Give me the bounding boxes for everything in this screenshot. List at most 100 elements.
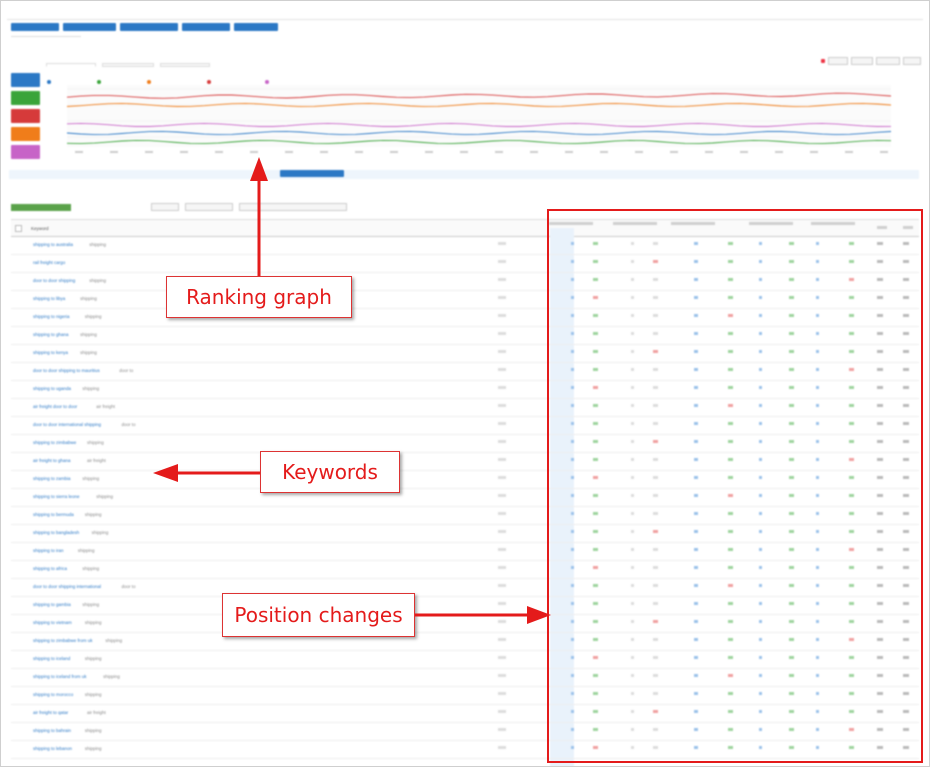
keyword-tag: shipping — [87, 440, 104, 445]
legend-item[interactable] — [265, 79, 305, 84]
keyword-tag: shipping — [89, 242, 107, 247]
keyword-link[interactable]: door to door international shipping — [33, 422, 101, 427]
keyword-link[interactable]: shipping to bangladesh — [33, 530, 79, 535]
keyword-tag: shipping — [89, 278, 107, 283]
domain-badge[interactable] — [11, 145, 40, 159]
serp-features-cell — [498, 692, 506, 695]
select-all-checkbox[interactable] — [15, 225, 22, 232]
keyword-link[interactable]: shipping to nigeria — [33, 314, 70, 319]
keyword-link[interactable]: shipping to iran — [33, 548, 64, 553]
serp-features-cell — [498, 296, 506, 299]
domain-badge[interactable] — [11, 91, 40, 105]
keyword-link[interactable]: shipping to ghana — [33, 332, 69, 337]
keyword-tag: door to — [121, 584, 136, 589]
keyword-link[interactable]: shipping to gambia — [33, 602, 71, 607]
keyword-column-header[interactable]: Keyword — [31, 226, 49, 231]
chart-tab[interactable] — [102, 63, 154, 67]
keyword-tag: shipping — [80, 296, 97, 301]
chart-option[interactable] — [851, 57, 873, 65]
keyword-link[interactable]: shipping to bermuda — [33, 512, 74, 517]
domain-pill[interactable] — [63, 23, 116, 31]
domain-pill[interactable] — [11, 23, 59, 31]
serp-features-cell — [498, 548, 506, 551]
serp-features-cell — [498, 458, 506, 461]
keyword-tag: shipping — [82, 566, 100, 571]
table-toolbar — [11, 203, 347, 211]
keyword-tag: shipping — [105, 638, 123, 643]
keyword-tag: air freight — [96, 404, 115, 409]
keyword-tag: shipping — [84, 314, 102, 319]
keyword-link[interactable]: door to door shipping to mauritius — [33, 368, 100, 373]
keyword-link[interactable]: shipping to iceland — [33, 656, 70, 661]
divider — [7, 19, 923, 20]
keyword-link[interactable]: rail freight cargo — [33, 260, 65, 265]
serp-features-cell — [498, 728, 506, 731]
serp-column-header[interactable] — [499, 226, 523, 231]
chart-option[interactable] — [876, 57, 900, 65]
chart-tab[interactable] — [46, 63, 96, 67]
keyword-link[interactable]: shipping to vietnam — [33, 620, 72, 625]
keyword-tag: shipping — [84, 746, 102, 751]
legend-item[interactable] — [147, 79, 199, 84]
keyword-tag: shipping — [91, 530, 109, 535]
serp-features-cell — [498, 422, 506, 425]
keyword-link[interactable]: shipping to iceland from uk — [33, 674, 87, 679]
keyword-link[interactable]: air freight to qatar — [33, 710, 68, 715]
x-tick-label — [215, 151, 223, 153]
domain-badge[interactable] — [11, 73, 40, 87]
keyword-tag: shipping — [82, 386, 100, 391]
domain-badge[interactable] — [11, 127, 40, 141]
filter-keyword-input[interactable] — [11, 36, 81, 37]
keyword-link[interactable]: shipping to morocco — [33, 692, 73, 697]
notes-toggle-icon[interactable] — [821, 59, 825, 63]
serp-features-cell — [498, 638, 506, 641]
keyword-link[interactable]: shipping to uganda — [33, 386, 71, 391]
keyword-tag: air freight — [87, 710, 106, 715]
keyword-link[interactable]: shipping to kenya — [33, 350, 68, 355]
domain-pill[interactable] — [120, 23, 178, 31]
serp-features-cell — [498, 656, 506, 659]
banner-button[interactable] — [280, 170, 345, 177]
legend-item[interactable] — [97, 79, 139, 84]
x-tick-label — [390, 151, 398, 153]
keyword-link[interactable]: shipping to libya — [33, 296, 65, 301]
chart-legend — [47, 79, 305, 84]
x-tick-label — [530, 151, 538, 153]
domain-pill[interactable] — [182, 23, 230, 31]
serp-features-cell — [498, 512, 506, 515]
domain-badge[interactable] — [11, 109, 40, 123]
keyword-link[interactable]: air freight door to door — [33, 404, 77, 409]
domain-pill[interactable] — [234, 23, 278, 31]
table-settings-button[interactable] — [875, 203, 915, 208]
keyword-link[interactable]: shipping to africa — [33, 566, 67, 571]
keyword-link[interactable]: air freight to ghana — [33, 458, 71, 463]
x-tick-label — [145, 151, 153, 153]
keyword-link[interactable]: shipping to zimbabwe from uk — [33, 638, 93, 643]
keyword-link[interactable]: shipping to zimbabwe — [33, 440, 76, 445]
toolbar-button[interactable] — [185, 203, 233, 211]
toolbar-button[interactable] — [239, 203, 347, 211]
chart-tabs — [46, 63, 210, 67]
keyword-link[interactable]: door to door shipping — [33, 278, 75, 283]
filter-bar — [11, 36, 131, 37]
keyword-link[interactable]: shipping to bahrain — [33, 728, 71, 733]
legend-item[interactable] — [207, 79, 257, 84]
keyword-link[interactable]: shipping to zambia — [33, 476, 71, 481]
keyword-tag: shipping — [77, 548, 95, 553]
chart-tab[interactable] — [160, 63, 210, 67]
toolbar-button[interactable] — [151, 203, 179, 211]
keyword-link[interactable]: shipping to lebanon — [33, 746, 72, 751]
x-tick-label — [110, 151, 118, 153]
serp-features-cell — [498, 476, 506, 479]
serp-features-cell — [498, 530, 506, 533]
serp-features-cell — [498, 242, 506, 245]
keyword-link[interactable]: shipping to sierra leone — [33, 494, 80, 499]
toolbar-button[interactable] — [11, 203, 71, 211]
ranking-graph-callout: Ranking graph — [166, 276, 352, 318]
position-changes-highlight-box — [547, 209, 923, 763]
keyword-link[interactable]: door to door shipping international — [33, 584, 101, 589]
keyword-link[interactable]: shipping to australia — [33, 242, 73, 247]
chart-option[interactable] — [828, 57, 848, 65]
chart-option[interactable] — [903, 57, 921, 65]
legend-item[interactable] — [47, 79, 89, 84]
